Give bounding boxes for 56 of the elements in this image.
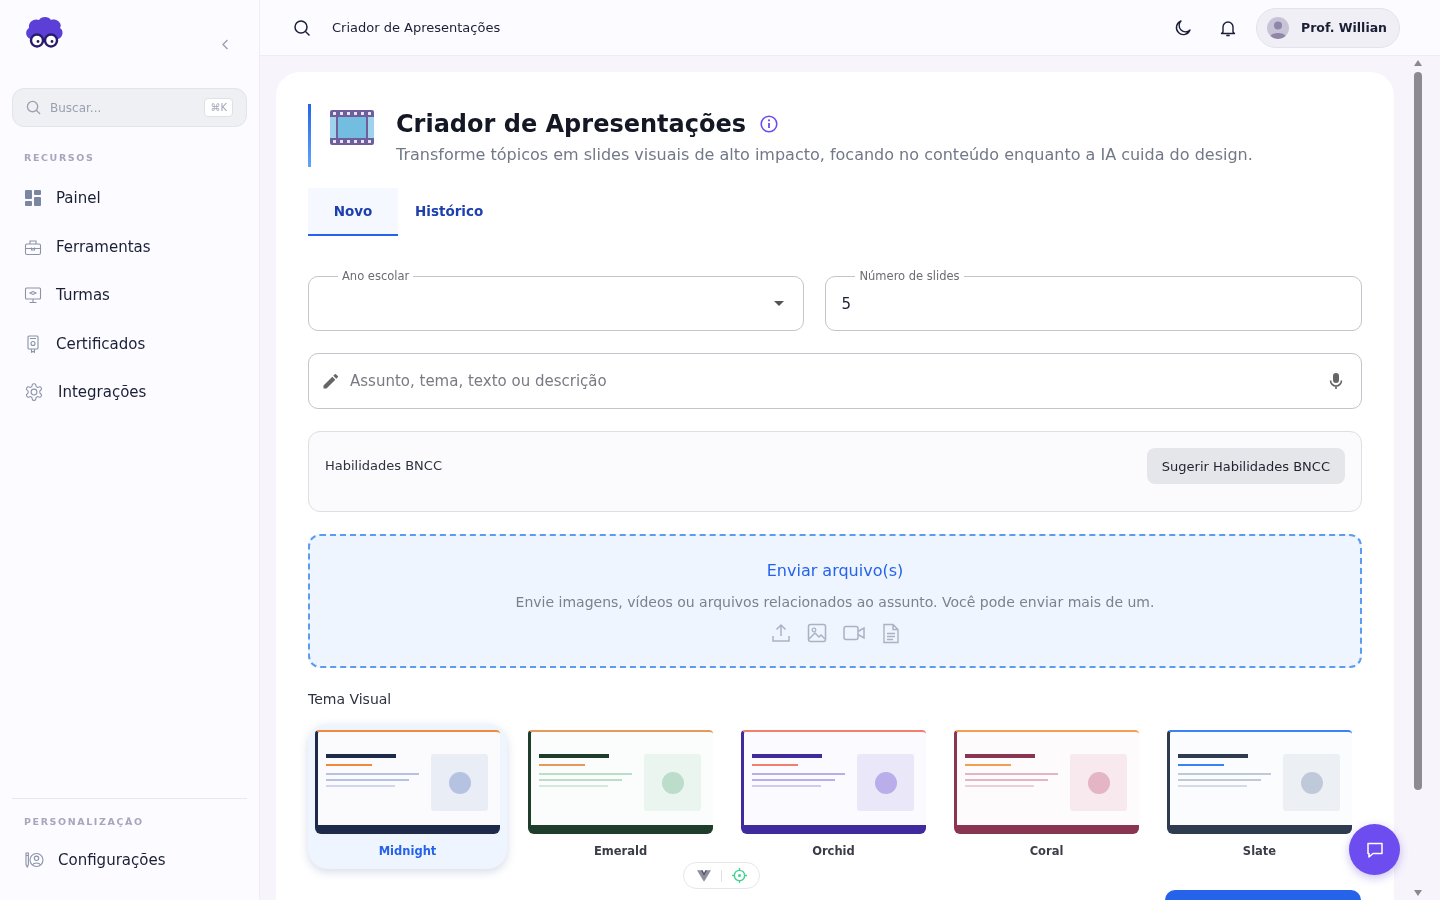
logo-icon: [24, 16, 64, 50]
upload-icon: [770, 623, 791, 643]
theme-option[interactable]: Slate: [1160, 724, 1359, 869]
sidebar-item[interactable]: Configurações: [12, 835, 247, 884]
dashboard-grid-icon: [24, 189, 42, 208]
sidebar-item[interactable]: Certificados: [0, 319, 259, 368]
profile-button[interactable]: Prof. Willian: [1255, 7, 1400, 48]
upload-title: Enviar arquivo(s): [766, 560, 904, 582]
sidebar-item[interactable]: Ferramentas: [0, 222, 259, 271]
chat-bubble-icon: [1365, 840, 1384, 859]
page-subtitle: Transforme tópicos em slides visuais de alto impacto, focando no conteúdo enquanto a IA cuida do design.: [396, 145, 1253, 165]
skills-label: Habilidades BNCC: [325, 457, 442, 475]
info-icon[interactable]: [760, 115, 778, 133]
theme-option[interactable]: Coral: [947, 724, 1146, 869]
microphone-icon[interactable]: [1329, 372, 1343, 390]
theme-option[interactable]: Emerald: [521, 724, 720, 869]
tab[interactable]: Novo: [308, 188, 398, 236]
caret-down-icon: [774, 301, 785, 306]
accent-bar: [308, 104, 311, 167]
section-heading: PERSONALIZAÇÃO: [23, 815, 145, 828]
tab[interactable]: Histórico: [398, 188, 501, 236]
film-strip-icon: [330, 110, 374, 145]
theme-section-label: Tema Visual: [308, 690, 393, 708]
toolbox-icon: [24, 237, 42, 256]
pencil-user-icon: [24, 850, 44, 869]
grade-select[interactable]: Ano escolar: [308, 269, 805, 331]
keyboard-shortcut: ⌘K: [204, 98, 233, 117]
search-icon[interactable]: [293, 18, 311, 37]
certificate-icon: [24, 334, 42, 353]
page-heading: Criador de Apresentações: [396, 109, 746, 140]
section-heading: RECURSOS: [23, 152, 96, 164]
scroll-up-arrow-icon[interactable]: [1414, 60, 1422, 66]
sidebar-item[interactable]: Integrações: [0, 368, 259, 417]
page-title: Criador de Apresentações: [332, 20, 501, 35]
file-drop-zone[interactable]: Enviar arquivo(s) Envie imagens, vídeos ou arquivos relacionados ao assunto. Você pode enviar mais de um.: [308, 534, 1362, 668]
scroll-down-arrow-icon[interactable]: [1414, 890, 1422, 896]
avatar: [1266, 16, 1289, 39]
bell-icon[interactable]: [1218, 18, 1237, 37]
topic-input[interactable]: Assunto, tema, texto ou descrição: [308, 353, 1362, 409]
scrollbar-thumb[interactable]: [1414, 72, 1422, 790]
image-icon: [806, 623, 827, 643]
gear-icon: [24, 382, 44, 403]
pencil-icon: [322, 372, 340, 390]
v-logo-icon[interactable]: [697, 869, 711, 882]
sidebar-item[interactable]: Painel: [0, 174, 259, 223]
theme-option[interactable]: Midnight: [308, 724, 507, 869]
document-icon: [881, 622, 900, 644]
theme-option[interactable]: Orchid: [734, 724, 933, 869]
search-icon: [26, 100, 41, 115]
suggest-skills-button[interactable]: Sugerir Habilidades BNCC: [1146, 448, 1345, 484]
sidebar-item[interactable]: Turmas: [0, 271, 259, 320]
moon-icon[interactable]: [1173, 18, 1192, 37]
upload-description: Envie imagens, vídeos ou arquivos relacionados ao assunto. Você pode enviar mais de um.: [515, 593, 1155, 612]
slides-input[interactable]: Número de slides 5: [825, 269, 1362, 331]
video-camera-icon: [842, 625, 866, 641]
monitor-icon: [24, 286, 42, 305]
